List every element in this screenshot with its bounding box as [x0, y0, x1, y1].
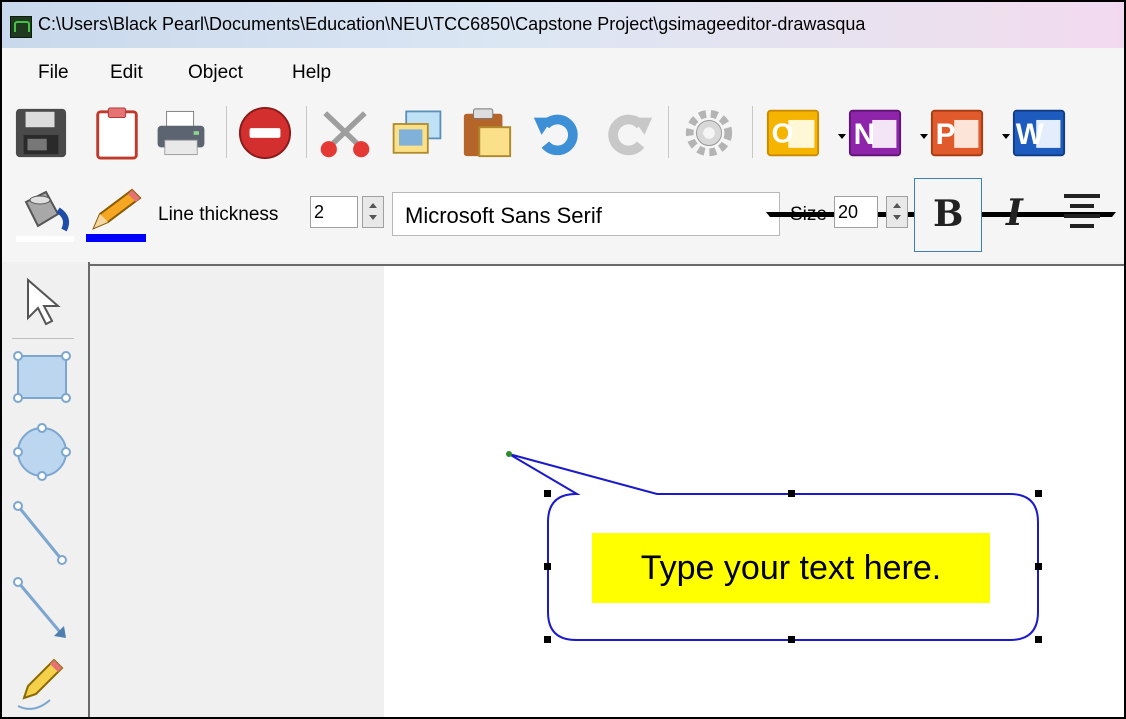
- menu-object[interactable]: Object: [188, 62, 243, 84]
- onenote-letter: N: [854, 118, 876, 151]
- toolbar-separator: [752, 106, 753, 158]
- title-bar: C:\Users\Black Pearl\Documents\Education…: [2, 2, 1124, 48]
- menu-help[interactable]: Help: [292, 62, 331, 84]
- line-tool-icon[interactable]: [10, 500, 74, 570]
- app-icon: [10, 16, 32, 38]
- powerpoint-letter: P: [936, 118, 956, 151]
- line-thickness-spinner[interactable]: [362, 196, 384, 228]
- word-letter: W: [1016, 118, 1045, 151]
- print-icon[interactable]: [154, 106, 208, 160]
- menu-file[interactable]: File: [38, 62, 69, 84]
- font-size-spinner[interactable]: [886, 196, 908, 228]
- bold-button[interactable]: B: [914, 178, 982, 252]
- powerpoint-icon[interactable]: P: [930, 106, 984, 160]
- clipboard-icon[interactable]: [90, 106, 144, 160]
- toolbar-separator: [668, 106, 669, 158]
- outlook-letter: O: [772, 117, 794, 148]
- canvas-margin: [90, 264, 384, 717]
- callout-text[interactable]: Type your text here.: [592, 533, 990, 603]
- menu-bar: File Edit Object Help: [2, 48, 1124, 92]
- cut-icon[interactable]: [318, 106, 372, 160]
- toolbar-separator: [306, 106, 307, 158]
- onenote-icon[interactable]: N: [848, 106, 902, 160]
- drawing-canvas[interactable]: [384, 264, 1124, 717]
- pencil-icon[interactable]: [86, 186, 146, 234]
- powerpoint-dropdown-icon[interactable]: [1002, 134, 1010, 139]
- line-thickness-label: Line thickness: [158, 204, 279, 225]
- delete-icon[interactable]: [238, 106, 292, 160]
- paste-icon[interactable]: [460, 106, 514, 160]
- main-toolbar: O N P W: [2, 92, 1124, 172]
- menu-edit[interactable]: Edit: [110, 62, 143, 84]
- word-icon[interactable]: W: [1012, 106, 1066, 160]
- format-toolbar: Line thickness 2 Microsoft Sans Serif Si…: [2, 172, 1124, 262]
- font-name-value: Microsoft Sans Serif: [405, 203, 602, 228]
- rectangle-tool-icon[interactable]: [10, 348, 74, 408]
- toolbar-separator: [226, 106, 227, 158]
- save-icon[interactable]: [14, 106, 68, 160]
- line-thickness-input[interactable]: 2: [310, 196, 358, 228]
- outlook-icon[interactable]: O: [766, 106, 820, 160]
- arrow-tool-icon[interactable]: [10, 576, 74, 646]
- size-label: Size: [790, 204, 827, 225]
- redo-icon[interactable]: [602, 106, 656, 160]
- italic-icon: I: [1006, 192, 1023, 234]
- paint-bucket-icon[interactable]: [16, 188, 74, 234]
- outlook-dropdown-icon[interactable]: [838, 134, 846, 139]
- line-color-swatch[interactable]: [86, 234, 146, 242]
- pointer-tool-icon[interactable]: [20, 276, 64, 328]
- copy-icon[interactable]: [390, 106, 444, 160]
- bold-icon: B: [933, 193, 964, 235]
- onenote-dropdown-icon[interactable]: [920, 134, 928, 139]
- font-name-select[interactable]: Microsoft Sans Serif: [392, 192, 780, 236]
- fill-color-swatch[interactable]: [16, 236, 74, 242]
- ellipse-tool-icon[interactable]: [10, 420, 74, 484]
- align-center-icon[interactable]: [1060, 190, 1104, 236]
- settings-icon[interactable]: [682, 106, 736, 160]
- app-window: C:\Users\Black Pearl\Documents\Education…: [0, 0, 1126, 719]
- italic-button[interactable]: I: [992, 178, 1046, 252]
- font-size-input[interactable]: 20: [834, 196, 878, 228]
- tool-sidebar: [2, 262, 90, 717]
- window-title: C:\Users\Black Pearl\Documents\Education…: [38, 14, 866, 34]
- sidebar-separator: [12, 338, 74, 339]
- undo-icon[interactable]: [530, 106, 584, 160]
- pencil-tool-icon[interactable]: [10, 654, 74, 714]
